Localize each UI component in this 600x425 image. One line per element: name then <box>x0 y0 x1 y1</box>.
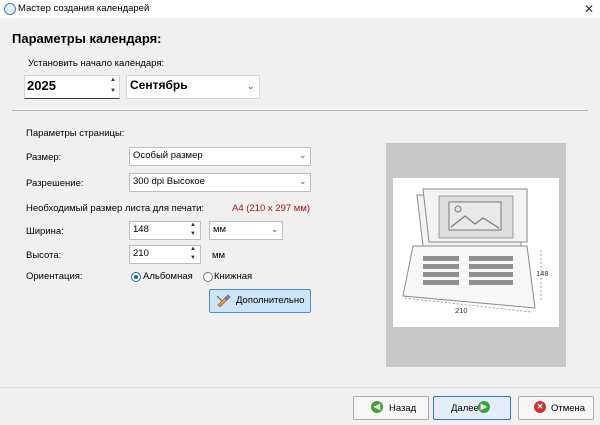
height-value: 210 <box>133 248 149 259</box>
arrow-right-icon: ▶ <box>478 401 490 413</box>
portrait-radio[interactable] <box>203 272 213 282</box>
year-value: 2025 <box>27 78 56 93</box>
back-label: Назад <box>389 403 417 414</box>
page-title: Параметры календаря: <box>12 31 162 46</box>
size-value: Особый размер <box>133 150 203 161</box>
preview-height-dim: 148 <box>536 269 549 278</box>
height-up-icon[interactable]: ▲ <box>189 245 197 254</box>
year-down-icon[interactable]: ▼ <box>109 87 117 96</box>
page-section-label: Параметры страницы: <box>26 128 125 139</box>
width-value: 148 <box>133 224 149 235</box>
cancel-label: Отмена <box>551 403 586 414</box>
arrow-left-icon: ◀ <box>371 401 383 413</box>
resolution-value: 300 dpi Высокое <box>133 176 205 187</box>
chevron-down-icon[interactable]: ⌄ <box>247 81 255 92</box>
divider <box>12 110 588 111</box>
advanced-label: Дополнительно <box>236 295 305 306</box>
paint-brush-icon <box>216 293 232 308</box>
preview-width-dim: 210 <box>455 306 468 315</box>
chevron-down-icon[interactable]: ⌄ <box>271 224 279 235</box>
landscape-label[interactable]: Альбомная <box>143 271 193 282</box>
app-icon <box>4 3 16 15</box>
landscape-radio[interactable] <box>131 272 141 282</box>
chevron-down-icon[interactable]: ⌄ <box>299 150 307 161</box>
next-label: Далее <box>451 403 479 414</box>
width-label: Ширина: <box>26 226 64 237</box>
month-value: Сентябрь <box>130 78 188 92</box>
height-unit: мм <box>212 250 226 261</box>
unit-value: мм <box>213 224 227 235</box>
cancel-icon: ✕ <box>534 401 546 413</box>
year-up-icon[interactable]: ▲ <box>109 76 117 85</box>
size-label: Размер: <box>26 152 62 163</box>
required-size-value: A4 (210 x 297 мм) <box>232 203 311 214</box>
window-title: Мастер создания календарей <box>18 3 150 14</box>
width-up-icon[interactable]: ▲ <box>189 221 197 230</box>
calendar-preview-icon <box>402 188 542 313</box>
close-icon[interactable]: ✕ <box>578 0 600 18</box>
resolution-label: Разрешение: <box>26 178 84 189</box>
portrait-label[interactable]: Книжная <box>214 271 252 282</box>
height-label: Высота: <box>26 250 62 261</box>
chevron-down-icon[interactable]: ⌄ <box>299 176 307 187</box>
width-down-icon[interactable]: ▼ <box>189 230 197 239</box>
required-size-label: Необходимый размер листа для печати: <box>26 203 205 214</box>
start-label: Установить начало календаря: <box>28 58 165 69</box>
orientation-label: Ориентация: <box>26 271 83 282</box>
height-down-icon[interactable]: ▼ <box>189 254 197 263</box>
